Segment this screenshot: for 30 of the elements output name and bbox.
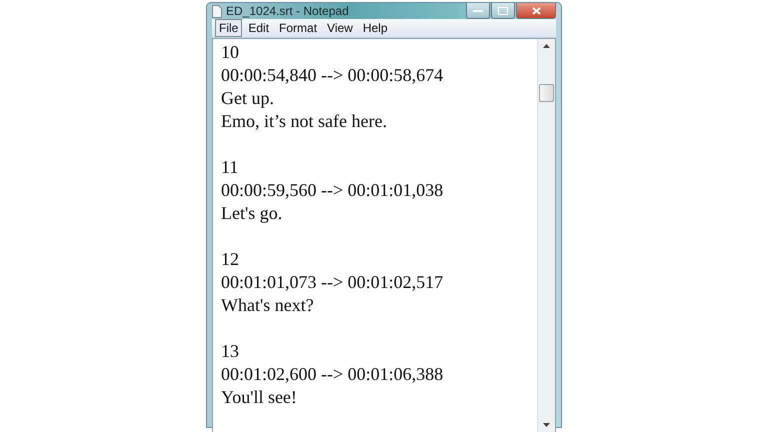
document-icon — [212, 4, 222, 18]
menu-item[interactable]: File — [215, 19, 242, 37]
close-button[interactable] — [516, 3, 556, 19]
menu-item[interactable]: View — [323, 19, 357, 37]
menu-item[interactable]: Format — [275, 19, 322, 37]
menu-item[interactable]: Help — [358, 19, 392, 37]
subtitle-number: 12 — [221, 248, 240, 271]
subtitle-text: Get up. — [221, 87, 275, 110]
window-title: ED_1024.srt - Notepad — [226, 4, 350, 18]
scroll-down-icon[interactable] — [543, 423, 550, 427]
maximize-button[interactable] — [491, 3, 515, 19]
subtitle-text: Let's go. — [221, 202, 284, 225]
scroll-up-icon[interactable] — [543, 44, 550, 48]
close-icon — [532, 6, 540, 14]
subtitle-timing: 00:00:59,560 --> 00:01:01,038 — [221, 179, 444, 202]
subtitle-number: 11 — [221, 156, 240, 179]
maximize-icon — [498, 6, 508, 14]
subtitle-number: 13 — [221, 340, 240, 363]
subtitle-number: 10 — [221, 41, 240, 64]
scroll-thumb[interactable] — [539, 84, 554, 102]
subtitle-timing: 00:00:54,840 --> 00:00:58,674 — [221, 64, 444, 87]
menu-item[interactable]: Edit — [244, 19, 274, 37]
subtitle-timing: 00:01:02,600 --> 00:01:06,388 — [221, 363, 444, 386]
subtitle-text: Emo, it’s not safe here. — [221, 110, 388, 133]
subtitle-text: You'll see! — [221, 386, 298, 409]
vertical-scrollbar[interactable] — [537, 39, 555, 432]
minimize-button[interactable] — [466, 3, 490, 19]
minimize-icon — [473, 8, 483, 12]
subtitle-timing: 00:01:01,073 --> 00:01:02,517 — [221, 271, 444, 294]
subtitle-text: What's next? — [221, 294, 315, 317]
